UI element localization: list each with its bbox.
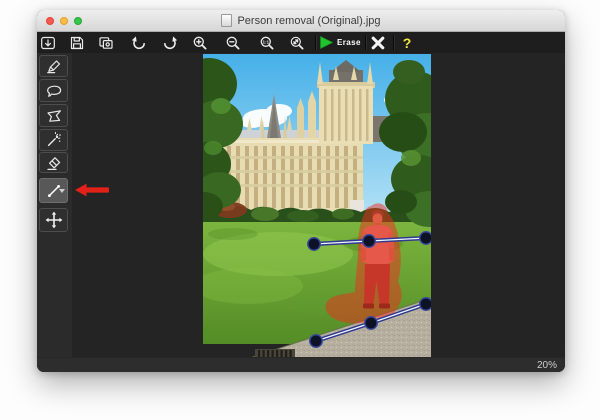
toolbar-separator [393, 35, 394, 50]
polygon-lasso-icon [45, 107, 63, 125]
close-window-button[interactable] [46, 17, 54, 25]
guide-line-control-point[interactable] [308, 238, 320, 250]
app-window: Person removal (Original).jpg [37, 10, 565, 372]
guide-line-control-point[interactable] [420, 298, 431, 310]
toolbar-separator [315, 35, 316, 50]
help-button-label: ? [403, 35, 412, 51]
dropdown-arrow-icon[interactable] [59, 189, 65, 193]
erase-run-button[interactable]: Erase [320, 34, 361, 51]
marker-icon [45, 57, 63, 75]
zoom-out-button[interactable] [222, 34, 244, 51]
guide-line-control-point[interactable] [310, 335, 322, 347]
status-bar: 20% [37, 357, 565, 372]
zoom-window-button[interactable] [74, 17, 82, 25]
screen: Person removal (Original).jpg [0, 0, 600, 420]
annotation-arrow-icon [74, 182, 110, 198]
marker-tool-button[interactable] [39, 55, 68, 77]
copy-button[interactable] [95, 34, 117, 51]
open-icon [40, 35, 56, 51]
zoom-level-indicator: 20% [537, 360, 565, 371]
guide-line-control-point[interactable] [365, 317, 377, 329]
svg-text:1:1: 1:1 [262, 39, 269, 44]
workspace: 20% [37, 53, 565, 372]
open-button[interactable] [37, 34, 59, 51]
toolbar-separator [365, 35, 366, 50]
save-icon [69, 35, 85, 51]
move-tool-button[interactable] [39, 208, 68, 232]
document-proxy-icon [221, 14, 232, 27]
zoom-1-1-icon: 1:1 [259, 35, 275, 51]
main-toolbar: 1:1 Erase ? [37, 32, 565, 54]
polygon-lasso-tool-button[interactable] [39, 104, 68, 127]
cancel-button[interactable] [370, 34, 385, 51]
window-title: Person removal (Original).jpg [237, 15, 380, 27]
zoom-fit-button[interactable] [286, 34, 308, 51]
window-controls [46, 17, 82, 25]
zoom-actual-size-button[interactable]: 1:1 [256, 34, 278, 51]
zoom-out-icon [225, 35, 241, 51]
x-icon [371, 36, 385, 50]
guide-line-control-point[interactable] [363, 235, 375, 247]
photo-canvas[interactable] [203, 54, 431, 359]
help-button[interactable]: ? [399, 33, 415, 52]
eraser-tool-button[interactable] [39, 152, 68, 173]
undo-icon [131, 35, 147, 51]
copy-icon [98, 35, 114, 51]
play-icon [320, 36, 333, 49]
line-tool-button[interactable] [39, 178, 68, 203]
zoom-in-button[interactable] [189, 34, 211, 51]
move-icon [45, 211, 63, 229]
zoom-fit-icon [289, 35, 305, 51]
minimize-window-button[interactable] [60, 17, 68, 25]
save-button[interactable] [66, 34, 88, 51]
window-title-group: Person removal (Original).jpg [221, 14, 380, 27]
undo-button[interactable] [128, 34, 150, 51]
lasso-icon [45, 82, 63, 100]
eraser-icon [45, 154, 63, 172]
redo-button[interactable] [159, 34, 181, 51]
title-bar: Person removal (Original).jpg [37, 10, 565, 32]
guide-line-control-point[interactable] [420, 232, 431, 244]
erase-button-label: Erase [337, 38, 361, 47]
zoom-in-icon [192, 35, 208, 51]
magic-wand-icon [45, 131, 63, 149]
redo-icon [162, 35, 178, 51]
lasso-tool-button[interactable] [39, 79, 68, 102]
magic-wand-tool-button[interactable] [39, 129, 68, 151]
